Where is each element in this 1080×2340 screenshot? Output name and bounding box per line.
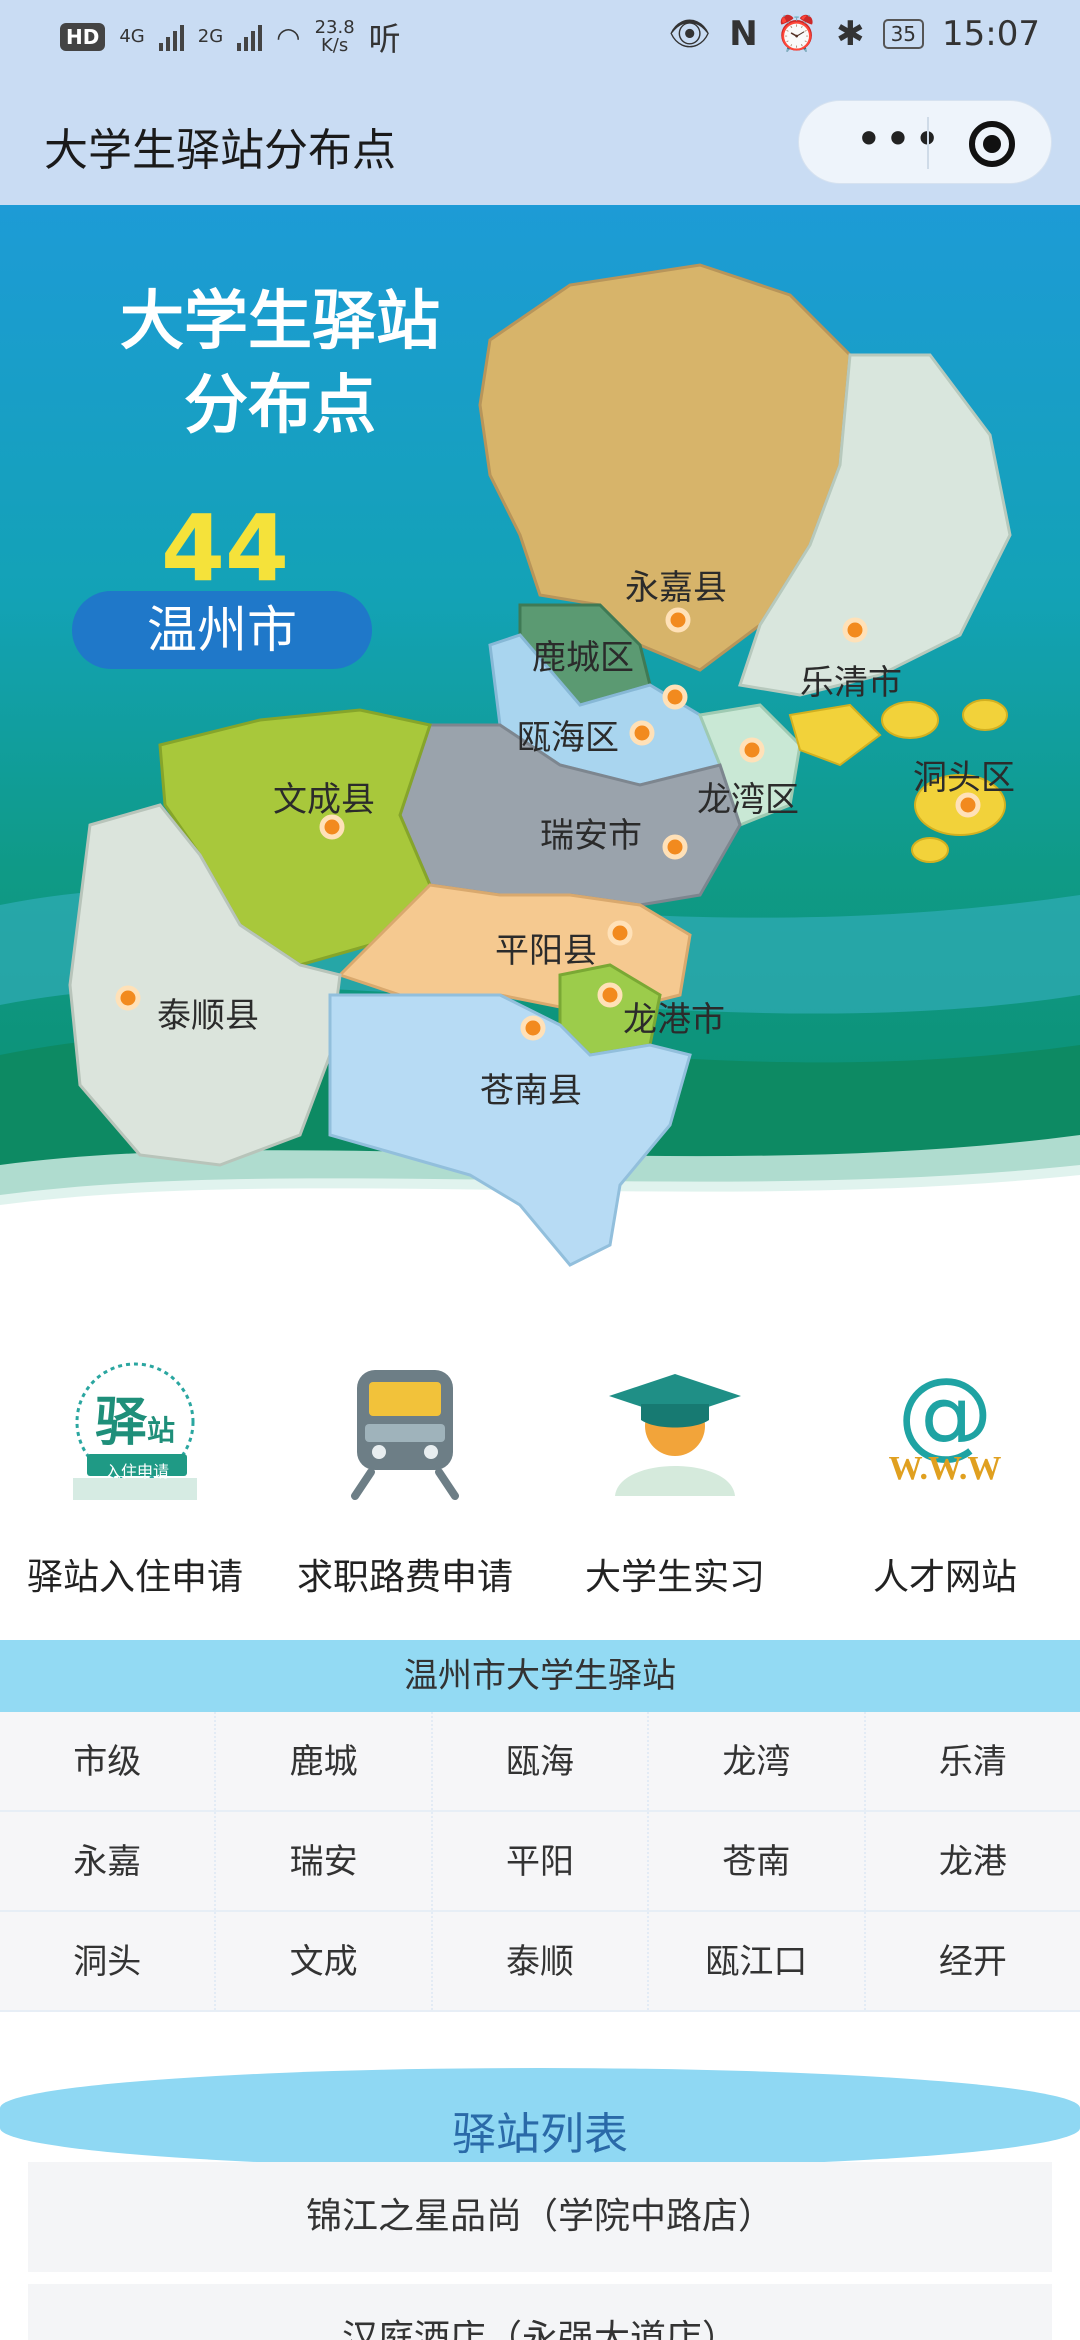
graduate-icon — [609, 1374, 741, 1496]
district-row: 洞头 文成 泰顺 瓯江口 经开 — [0, 1912, 1080, 2012]
city-pill: 温州市 — [72, 591, 372, 669]
page-title: 大学生驿站分布点 — [44, 125, 396, 176]
district-button[interactable]: 龙湾 — [649, 1712, 866, 1810]
district-button[interactable]: 泰顺 — [433, 1912, 650, 2010]
network-4g-label: 4G — [119, 26, 145, 47]
service-label-internship: 大学生实习 — [584, 1557, 765, 1598]
bluetooth-icon: ✱ — [836, 14, 865, 54]
label-ruian: 瑞安市 — [540, 816, 642, 856]
more-button[interactable]: ••• — [839, 116, 959, 162]
close-target-icon[interactable] — [969, 121, 1015, 167]
nfc-icon: N — [729, 14, 758, 54]
battery-icon: 35 — [882, 19, 925, 49]
signal-bars-icon — [158, 23, 184, 51]
status-bar: HD 4G 2G ◠ 23.8 K/s 听 👁 N ⏰ ✱ 35 15:07 — [0, 0, 1080, 80]
region-dongtou-island-4[interactable] — [962, 699, 1008, 731]
hero-map-banner: 大学生驿站 分布点 44 温州市 永嘉县 鹿城区 瓯海区 乐清市 龙湾区 洞头区… — [0, 205, 1080, 1320]
district-grid: 市级 鹿城 瓯海 龙湾 乐清 永嘉 瑞安 平阳 苍南 龙港 洞头 文成 泰顺 瓯… — [0, 1712, 1080, 2012]
marker-longgang[interactable] — [597, 982, 623, 1008]
service-internship[interactable]: 大学生实习 — [540, 1360, 810, 1610]
marker-ouhai[interactable] — [629, 720, 655, 746]
speed-unit: K/s — [321, 35, 349, 56]
label-longwan: 龙湾区 — [697, 780, 799, 820]
district-button[interactable]: 经开 — [866, 1912, 1080, 2010]
station-list-header: 驿站列表 — [0, 2060, 1080, 2168]
wifi-icon: ◠ — [276, 20, 301, 54]
badge-caption: 入住申请 — [104, 1462, 169, 1481]
marker-pingyang[interactable] — [607, 920, 633, 946]
marker-yueqing[interactable] — [842, 617, 868, 643]
district-button[interactable]: 瑞安 — [216, 1812, 433, 1910]
badge-sub: 站 — [147, 1414, 176, 1447]
label-wencheng: 文成县 — [273, 780, 375, 820]
www-art-text: W.W.W — [888, 1450, 1002, 1487]
label-cangnan: 苍南县 — [480, 1071, 582, 1111]
capsule-divider — [927, 117, 929, 169]
district-button[interactable]: 文成 — [216, 1912, 433, 2010]
listen-icon: 听 — [368, 20, 401, 58]
label-dongtou: 洞头区 — [913, 758, 1015, 798]
service-shortcuts: 驿站 入住申请 驿站入住申请 求职路费申请 大学生实习 @ W.W.W 人才网站 — [0, 1360, 1080, 1610]
hero-title: 大学生驿站 分布点 — [90, 280, 470, 448]
hd-badge: HD — [60, 23, 106, 51]
service-station-apply[interactable]: 驿站 入住申请 驿站入住申请 — [0, 1360, 270, 1610]
district-button[interactable]: 瓯江口 — [649, 1912, 866, 2010]
district-button[interactable]: 苍南 — [649, 1812, 866, 1910]
district-button[interactable]: 龙港 — [866, 1812, 1080, 1910]
label-yueqing: 乐清市 — [800, 663, 902, 703]
label-longgang: 龙港市 — [623, 1000, 725, 1040]
marker-longwan[interactable] — [739, 737, 765, 763]
station-list-title: 驿站列表 — [452, 2109, 628, 2160]
district-button[interactable]: 乐清 — [866, 1712, 1080, 1810]
train-icon — [351, 1370, 459, 1500]
district-button[interactable]: 鹿城 — [216, 1712, 433, 1810]
signal-bars-2-icon — [237, 23, 263, 51]
label-pingyang: 平阳县 — [495, 931, 597, 971]
list-item[interactable]: 锦江之星品尚（学院中路店） — [28, 2162, 1052, 2272]
marker-ruian[interactable] — [662, 834, 688, 860]
service-label-station-apply: 驿站入住申请 — [26, 1557, 243, 1598]
district-button[interactable]: 平阳 — [433, 1812, 650, 1910]
nav-header: 大学生驿站分布点 ••• — [0, 80, 1080, 205]
badge-main: 驿 — [94, 1393, 147, 1453]
region-dongtou-island-1[interactable] — [788, 703, 882, 767]
stations-section-title: 温州市大学生驿站 — [0, 1640, 1080, 1712]
eye-icon: 👁 — [668, 14, 712, 54]
marker-taishun[interactable] — [115, 985, 141, 1011]
network-2g-label: 2G — [197, 26, 224, 47]
marker-cangnan[interactable] — [520, 1015, 546, 1041]
region-dongtou-island-5[interactable] — [911, 837, 949, 863]
district-row: 市级 鹿城 瓯海 龙湾 乐清 — [0, 1712, 1080, 1812]
service-talent-site[interactable]: @ W.W.W 人才网站 — [810, 1360, 1080, 1610]
region-dongtou-island-3[interactable] — [881, 701, 939, 739]
station-count: 44 — [160, 495, 290, 602]
service-travel-subsidy[interactable]: 求职路费申请 — [270, 1360, 540, 1610]
label-lucheng: 鹿城区 — [532, 638, 634, 678]
district-button[interactable]: 永嘉 — [0, 1812, 217, 1910]
service-label-travel-subsidy: 求职路费申请 — [296, 1557, 513, 1598]
district-button[interactable]: 市级 — [0, 1712, 217, 1810]
marker-lucheng[interactable] — [662, 684, 688, 710]
district-button[interactable]: 洞头 — [0, 1912, 217, 2010]
hero-title-line2: 分布点 — [184, 368, 376, 443]
district-button[interactable]: 瓯海 — [433, 1712, 650, 1810]
label-ouhai: 瓯海区 — [517, 718, 619, 758]
marker-yongjia[interactable] — [665, 607, 691, 633]
miniprogram-capsule: ••• — [798, 100, 1052, 184]
label-yongjia: 永嘉县 — [625, 568, 727, 608]
status-right: 👁 N ⏰ ✱ 35 15:07 — [668, 14, 1040, 54]
label-taishun: 泰顺县 — [157, 996, 259, 1036]
hero-title-line1: 大学生驿站 — [120, 284, 440, 359]
network-speed: 23.8 K/s — [315, 19, 355, 55]
clock: 15:07 — [942, 14, 1040, 54]
status-left: HD 4G 2G ◠ 23.8 K/s 听 — [60, 14, 401, 60]
service-label-talent-site: 人才网站 — [872, 1557, 1017, 1598]
list-item[interactable]: 汉庭酒店（永强大道店） — [28, 2284, 1052, 2340]
district-row: 永嘉 瑞安 平阳 苍南 龙港 — [0, 1812, 1080, 1912]
alarm-icon: ⏰ — [775, 14, 819, 54]
